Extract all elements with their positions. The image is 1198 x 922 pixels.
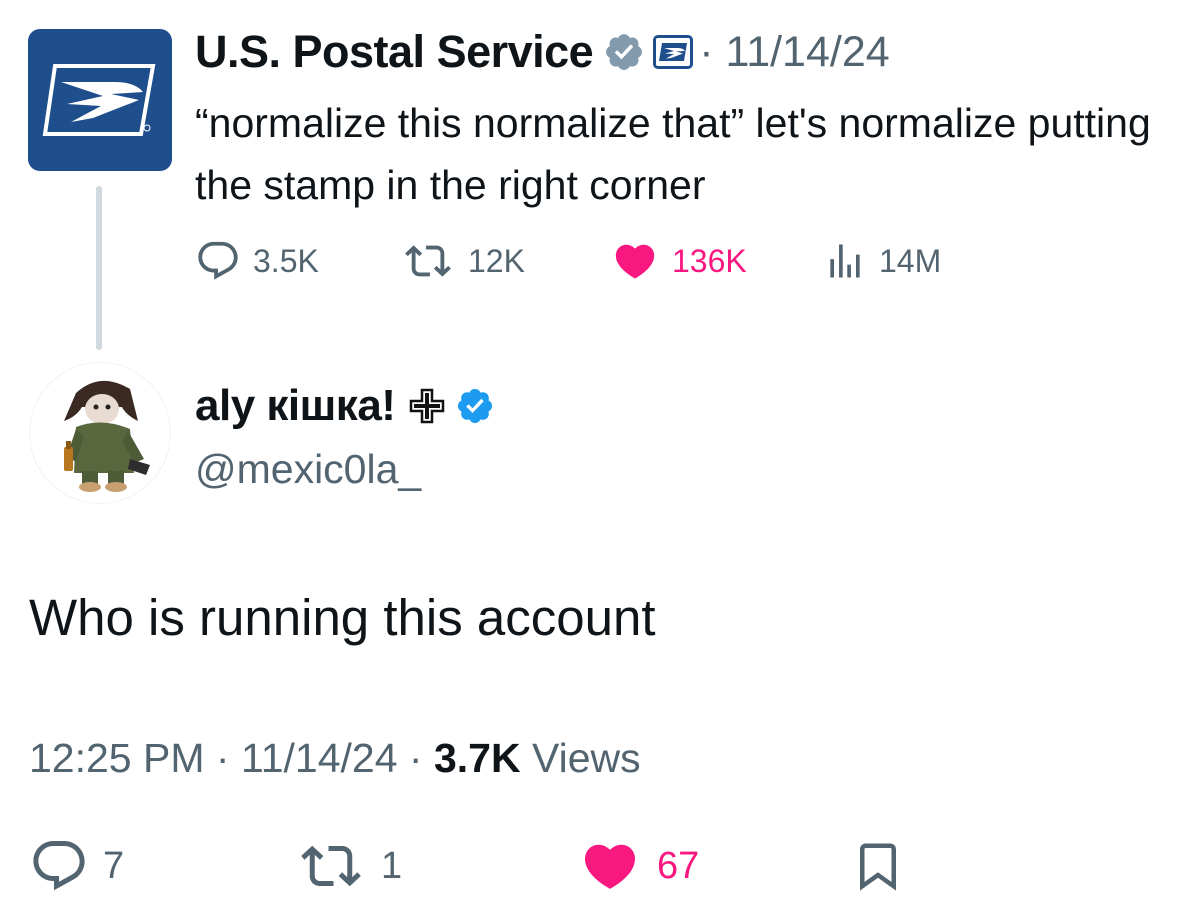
main-action-bar: 7 1 67 [29, 836, 929, 896]
main-tweet-text: Who is running this account [29, 589, 656, 646]
parent-views-button[interactable]: 14M [823, 238, 941, 284]
parent-action-bar: 3.5K 12K 136K 14M [195, 238, 995, 284]
repost-icon [301, 845, 361, 887]
like-button[interactable]: 67 [577, 836, 699, 896]
parent-repost-count: 12K [468, 242, 525, 279]
bookmark-button[interactable] [851, 836, 905, 896]
main-author-name[interactable]: aly кішка! [195, 381, 396, 431]
usps-eagle-logo-icon [42, 64, 156, 136]
parent-tweet-header: U.S. Postal Service · 11/14/24 [195, 24, 890, 80]
views-chart-icon [830, 244, 860, 278]
reply-icon [198, 241, 238, 280]
parent-views-count: 14M [879, 242, 942, 279]
reply-count: 7 [103, 844, 125, 887]
verified-grey-badge-icon[interactable] [603, 31, 645, 73]
bookmark-icon [860, 843, 896, 891]
usps-avatar[interactable] [28, 29, 172, 171]
like-count: 67 [657, 844, 700, 887]
main-author-row: aly кішка! [195, 380, 495, 432]
avatar-character-image [64, 380, 150, 492]
thread-connector-line [96, 186, 102, 350]
cross-emoji-icon [410, 388, 445, 424]
parent-tweet-date[interactable]: · 11/14/24 [699, 28, 889, 77]
verified-blue-badge-icon[interactable] [455, 386, 495, 426]
repost-button[interactable]: 1 [295, 836, 402, 896]
tweet-views-label: Views [531, 735, 641, 781]
parent-like-button[interactable]: 136K [610, 238, 747, 284]
parent-reply-count: 3.5K [253, 242, 319, 279]
heart-filled-icon [584, 844, 636, 889]
tweet-meta-row: 12:25 PM · 11/14/24 · 3.7K Views [29, 735, 641, 782]
parent-author-name[interactable]: U.S. Postal Service [195, 26, 594, 78]
repost-icon [405, 245, 451, 277]
parent-tweet-text: “normalize this normalize that” let's no… [195, 100, 1151, 208]
tweet-time[interactable]: 12:25 PM [29, 735, 205, 781]
repost-count: 1 [381, 844, 403, 887]
tweet-views-count: 3.7K [433, 735, 521, 781]
parent-reply-button[interactable]: 3.5K [195, 238, 319, 284]
reply-button[interactable]: 7 [29, 836, 124, 896]
meta-separator: · [408, 735, 434, 781]
usps-affiliation-badge-icon[interactable] [653, 35, 694, 69]
meta-separator: · [215, 735, 241, 781]
parent-like-count: 136K [672, 242, 747, 279]
main-author-handle[interactable]: @mexic0la_ [195, 446, 421, 493]
user-avatar[interactable] [29, 362, 171, 504]
parent-repost-button[interactable]: 12K [400, 238, 525, 284]
heart-filled-icon [615, 244, 655, 279]
tweet-date[interactable]: 11/14/24 [241, 735, 398, 781]
reply-icon [33, 841, 85, 891]
